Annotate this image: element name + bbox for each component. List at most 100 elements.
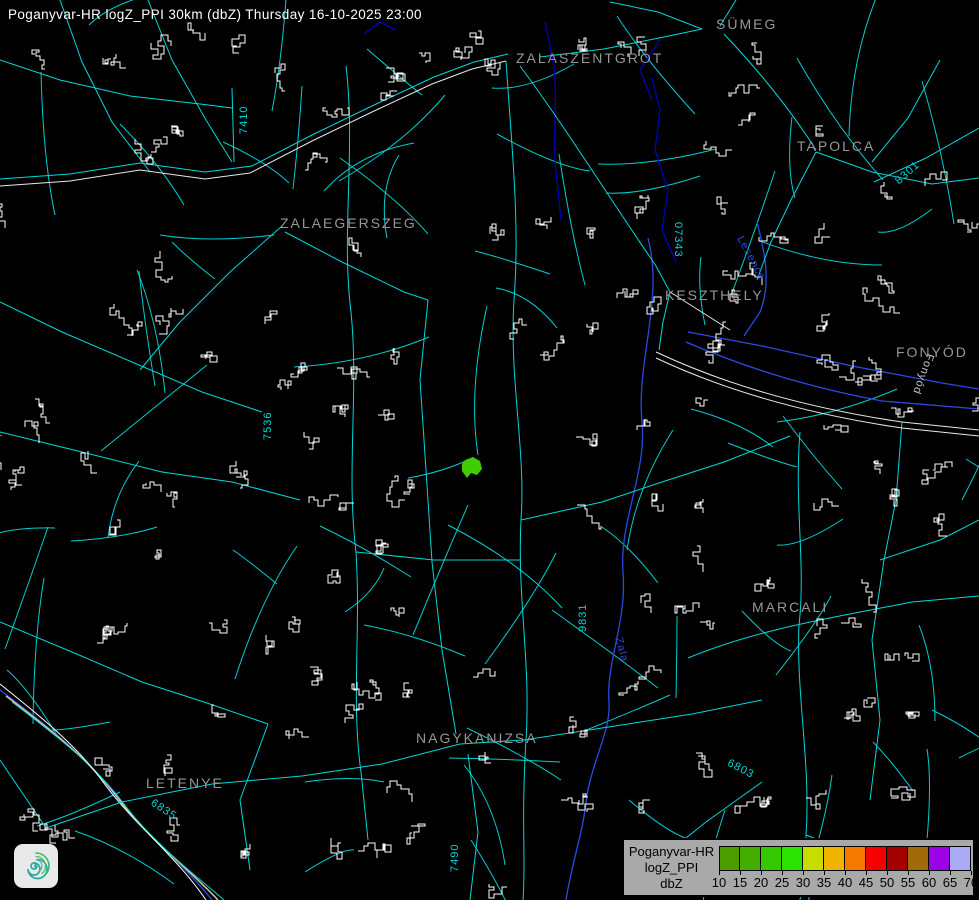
minor-road — [364, 625, 465, 656]
village-outline — [824, 425, 848, 432]
village-outline — [286, 729, 309, 739]
city-label-zalaszentgrót: ZALASZENTGRÓT — [516, 50, 663, 66]
city-label-keszthely: KESZTHELY — [665, 287, 764, 303]
village-outline — [617, 289, 638, 298]
minor-road — [919, 625, 935, 721]
village-outline — [905, 653, 919, 661]
village-outline — [759, 233, 788, 243]
village-outline — [230, 461, 241, 476]
village-outline — [358, 843, 391, 858]
village-outline — [470, 31, 483, 44]
minor-road — [320, 526, 411, 577]
legend-tick-label: 50 — [880, 875, 894, 890]
legend-tick-label: 65 — [943, 875, 957, 890]
legend-station: Poganyvar-HR — [629, 844, 714, 860]
map-canvas — [0, 0, 979, 900]
major-road — [148, 0, 232, 162]
minor-road — [324, 143, 414, 191]
village-outline — [154, 550, 161, 559]
major-road — [140, 226, 282, 370]
village-outline — [171, 126, 183, 136]
village-outline — [619, 681, 638, 695]
village-outline — [647, 297, 661, 314]
village-outline — [704, 141, 732, 156]
legend-tick-label: 45 — [859, 875, 873, 890]
village-outline — [569, 717, 576, 733]
village-outline — [454, 47, 472, 60]
minor-road — [293, 86, 302, 189]
village-outline — [577, 505, 601, 529]
village-outline — [20, 809, 39, 831]
legend-colorbar: 10152025303540455055606570 — [719, 840, 973, 895]
minor-road — [52, 722, 110, 730]
village-outline — [855, 376, 870, 385]
village-outline — [0, 204, 5, 228]
village-outline — [639, 800, 650, 813]
village-outline — [700, 621, 715, 629]
legend-product: logZ_PPI — [645, 860, 698, 876]
village-outline — [841, 618, 861, 627]
village-outline — [580, 730, 587, 737]
village-outline — [479, 752, 491, 763]
radar-echo — [462, 457, 482, 478]
village-outline — [32, 50, 45, 69]
minor-road — [496, 288, 557, 328]
village-outline — [806, 790, 826, 809]
village-outline — [103, 58, 111, 64]
legend-cell-20dbz — [761, 847, 782, 870]
legend-cell-10dbz — [719, 847, 740, 870]
minor-road — [959, 717, 979, 758]
white-road — [0, 61, 506, 186]
village-outline — [817, 313, 829, 331]
village-outline — [349, 238, 361, 257]
village-outline — [815, 223, 830, 243]
village-outline — [878, 275, 894, 293]
village-outline — [291, 363, 307, 377]
village-outline — [695, 499, 703, 513]
village-outline — [328, 570, 340, 583]
village-outline — [760, 797, 771, 807]
village-outline — [209, 620, 227, 633]
road-label-7490: 7490 — [449, 844, 461, 872]
village-outline — [874, 461, 882, 474]
minor-road — [797, 58, 883, 180]
village-outline — [9, 480, 22, 490]
major-road — [724, 34, 816, 150]
minor-road — [742, 611, 791, 651]
minor-road — [790, 117, 795, 198]
major-road — [240, 724, 268, 870]
minor-road — [927, 749, 930, 840]
village-outline — [972, 206, 979, 228]
legend-cell-35dbz — [824, 847, 845, 870]
village-outline — [310, 667, 322, 685]
minor-road — [448, 525, 562, 608]
legend-cell-65dbz — [950, 847, 971, 870]
legend-tick-label: 25 — [775, 875, 789, 890]
minor-road — [777, 519, 843, 545]
village-outline — [510, 319, 527, 339]
village-outline — [693, 546, 703, 572]
legend-tick-label: 70 — [964, 875, 978, 890]
major-road — [610, 2, 702, 29]
road-label-7410: 7410 — [238, 106, 250, 134]
village-outline — [339, 503, 354, 510]
village-outline — [345, 704, 363, 723]
weather-radar-spiral-logo[interactable] — [14, 844, 58, 888]
legend-panel: Poganyvar-HR logZ_PPI dbZ 10152025303540… — [622, 838, 975, 897]
village-outline — [167, 818, 180, 841]
village-outline — [536, 217, 551, 229]
village-outline — [333, 405, 348, 417]
village-outline — [639, 666, 661, 679]
village-outline — [151, 137, 167, 152]
radar-display: Poganyvar-HR logZ_PPI 30km (dbZ) Thursda… — [0, 0, 979, 900]
village-outline — [933, 462, 952, 470]
village-outline — [844, 709, 860, 721]
legend-tick-label: 15 — [733, 875, 747, 890]
village-outline — [540, 336, 564, 360]
spiral-icon — [18, 848, 54, 884]
village-outline — [97, 623, 127, 643]
village-outline — [378, 410, 394, 420]
village-outline — [81, 451, 97, 473]
major-road — [506, 61, 527, 900]
minor-road — [305, 779, 384, 783]
